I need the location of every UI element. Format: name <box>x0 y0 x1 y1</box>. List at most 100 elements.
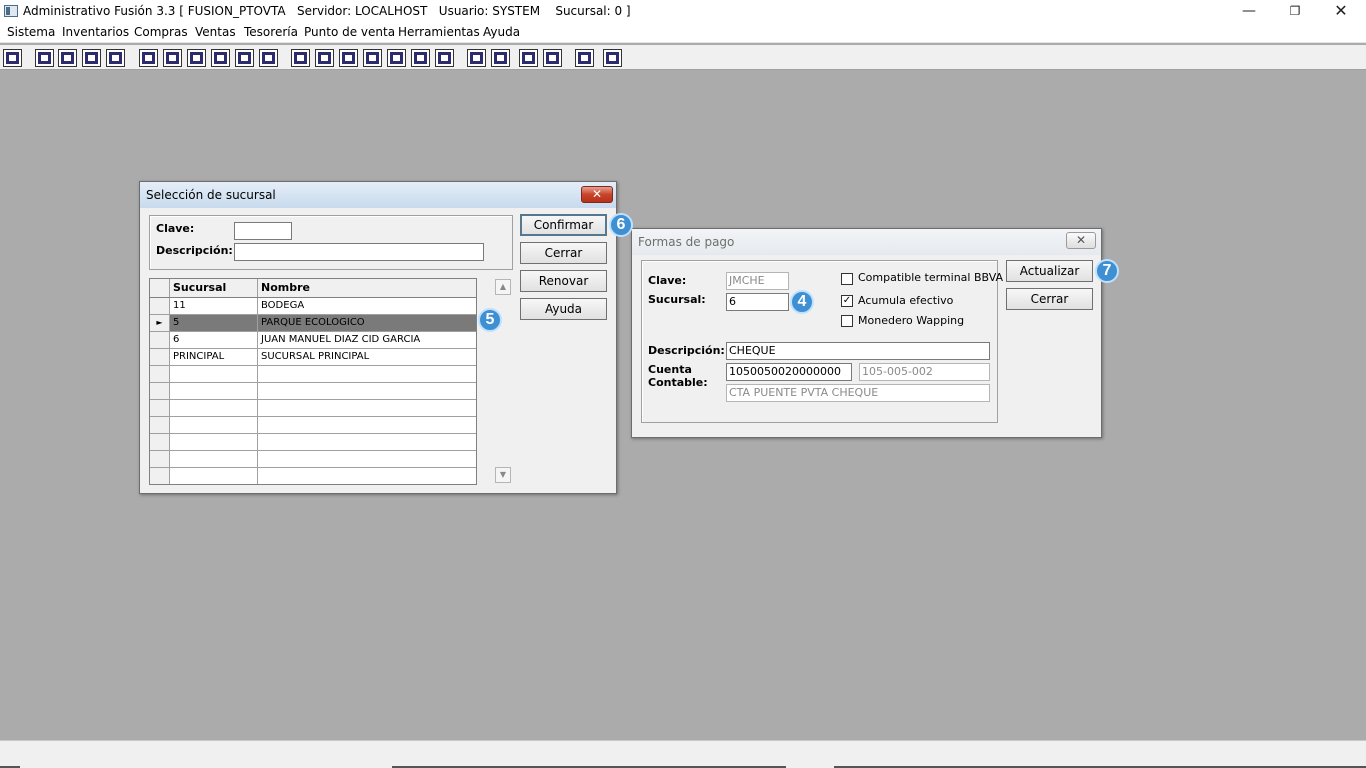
toolbar-button-icon[interactable] <box>519 49 538 67</box>
cerrar-button[interactable]: Cerrar <box>520 242 607 264</box>
row-indicator <box>150 332 170 348</box>
cell-sucursal[interactable]: 5 <box>170 315 258 331</box>
menu-sistema[interactable]: Sistema <box>7 25 55 39</box>
empty-row[interactable] <box>150 468 476 484</box>
close-icon[interactable]: ✕ <box>1066 232 1096 249</box>
cell-nombre[interactable]: BODEGA <box>258 298 476 314</box>
row-indicator <box>150 366 170 382</box>
status-bar <box>0 740 1366 768</box>
toolbar-button-icon[interactable] <box>259 49 278 67</box>
cell-sucursal[interactable]: 11 <box>170 298 258 314</box>
toolbar-button-icon[interactable] <box>35 49 54 67</box>
menu-compras[interactable]: Compras <box>134 25 188 39</box>
toolbar-button-icon[interactable] <box>82 49 101 67</box>
menu-tesoreria[interactable]: Tesorería <box>244 25 298 39</box>
empty-row[interactable] <box>150 417 476 434</box>
toolbar-button-icon[interactable] <box>491 49 510 67</box>
toolbar-button-icon[interactable] <box>315 49 334 67</box>
restore-button[interactable]: ❐ <box>1272 0 1318 23</box>
cell-empty[interactable] <box>258 451 476 467</box>
toolbar-button-icon[interactable] <box>339 49 358 67</box>
toolbar-button-icon[interactable] <box>106 49 125 67</box>
cell-empty[interactable] <box>170 383 258 399</box>
ayuda-button[interactable]: Ayuda <box>520 298 607 320</box>
column-header-sucursal[interactable]: Sucursal <box>170 279 258 297</box>
toolbar-button-icon[interactable] <box>139 49 158 67</box>
minimize-button[interactable]: — <box>1226 0 1272 23</box>
cuenta-nombre-field: CTA PUENTE PVTA CHEQUE <box>726 384 990 402</box>
menu-herramientas[interactable]: Herramientas <box>398 25 480 39</box>
empty-row[interactable] <box>150 434 476 451</box>
cell-empty[interactable] <box>258 434 476 450</box>
toolbar-button-icon[interactable] <box>543 49 562 67</box>
menu-ayuda[interactable]: Ayuda <box>483 25 520 39</box>
menu-bar: Sistema Inventarios Compras Ventas Tesor… <box>0 23 1366 43</box>
monedero-wapping-checkbox[interactable] <box>841 315 853 327</box>
row-indicator <box>150 434 170 450</box>
menu-ventas[interactable]: Ventas <box>195 25 236 39</box>
cell-empty[interactable] <box>258 383 476 399</box>
toolbar-button-icon[interactable] <box>3 49 22 67</box>
toolbar-button-icon[interactable] <box>163 49 182 67</box>
cell-empty[interactable] <box>170 400 258 416</box>
toolbar-button-icon[interactable] <box>411 49 430 67</box>
cuenta-label: Cuenta <box>648 363 692 376</box>
toolbar-button-icon[interactable] <box>211 49 230 67</box>
cell-empty[interactable] <box>170 366 258 382</box>
cell-empty[interactable] <box>258 417 476 433</box>
toolbar-button-icon[interactable] <box>363 49 382 67</box>
menu-inventarios[interactable]: Inventarios <box>62 25 129 39</box>
sucursal-grid[interactable]: Sucursal Nombre 11 BODEGA ► 5 PARQUE ECO… <box>149 278 477 485</box>
acumula-efectivo-checkbox[interactable]: ✓ <box>841 295 853 307</box>
actualizar-button[interactable]: Actualizar <box>1006 260 1093 282</box>
toolbar-button-icon[interactable] <box>291 49 310 67</box>
cell-empty[interactable] <box>258 366 476 382</box>
toolbar-button-icon[interactable] <box>387 49 406 67</box>
close-button[interactable]: ✕ <box>1318 0 1364 23</box>
toolbar-button-icon[interactable] <box>235 49 254 67</box>
cell-empty[interactable] <box>258 468 476 484</box>
scroll-down-icon[interactable]: ▼ <box>495 467 511 483</box>
empty-row[interactable] <box>150 383 476 400</box>
table-row[interactable]: 11 BODEGA <box>150 298 476 315</box>
toolbar-button-icon[interactable] <box>58 49 77 67</box>
formas-de-pago-dialog: Formas de pago ✕ Clave: JMCHE Sucursal: … <box>631 228 1102 438</box>
empty-row[interactable] <box>150 366 476 383</box>
table-row-selected[interactable]: ► 5 PARQUE ECOLOGICO <box>150 315 476 332</box>
toolbar-button-icon[interactable] <box>603 49 622 67</box>
cell-sucursal[interactable]: 6 <box>170 332 258 348</box>
table-row[interactable]: PRINCIPAL SUCURSAL PRINCIPAL <box>150 349 476 366</box>
cell-nombre[interactable]: PARQUE ECOLOGICO <box>258 315 476 331</box>
empty-row[interactable] <box>150 451 476 468</box>
toolbar-button-icon[interactable] <box>467 49 486 67</box>
confirmar-button[interactable]: Confirmar <box>520 214 607 236</box>
clave-input[interactable] <box>234 222 292 240</box>
descripcion-input[interactable]: CHEQUE <box>726 342 990 360</box>
column-header-nombre[interactable]: Nombre <box>258 279 476 297</box>
menu-punto-de-venta[interactable]: Punto de venta <box>304 25 395 39</box>
sucursal-input[interactable]: 6 <box>726 293 789 311</box>
cell-empty[interactable] <box>170 468 258 484</box>
empty-row[interactable] <box>150 400 476 417</box>
cell-nombre[interactable]: SUCURSAL PRINCIPAL <box>258 349 476 365</box>
toolbar-button-icon[interactable] <box>435 49 454 67</box>
scroll-up-icon[interactable]: ▲ <box>495 279 511 295</box>
cerrar-button[interactable]: Cerrar <box>1006 288 1093 310</box>
descripcion-input[interactable] <box>234 243 484 261</box>
cuenta-contable-input[interactable]: 1050050020000000 <box>726 363 852 381</box>
close-icon[interactable]: ✕ <box>581 186 613 203</box>
toolbar-button-icon[interactable] <box>575 49 594 67</box>
compatible-bbva-checkbox[interactable] <box>841 273 853 285</box>
cell-empty[interactable] <box>170 417 258 433</box>
cell-empty[interactable] <box>170 434 258 450</box>
toolbar-button-icon[interactable] <box>187 49 206 67</box>
cell-empty[interactable] <box>170 451 258 467</box>
row-indicator <box>150 383 170 399</box>
table-row[interactable]: 6 JUAN MANUEL DIAZ CID GARCIA <box>150 332 476 349</box>
row-indicator <box>150 451 170 467</box>
cell-sucursal[interactable]: PRINCIPAL <box>170 349 258 365</box>
cell-empty[interactable] <box>258 400 476 416</box>
cell-nombre[interactable]: JUAN MANUEL DIAZ CID GARCIA <box>258 332 476 348</box>
renovar-button[interactable]: Renovar <box>520 270 607 292</box>
dialog-title-bar: Formas de pago ✕ <box>632 229 1101 255</box>
